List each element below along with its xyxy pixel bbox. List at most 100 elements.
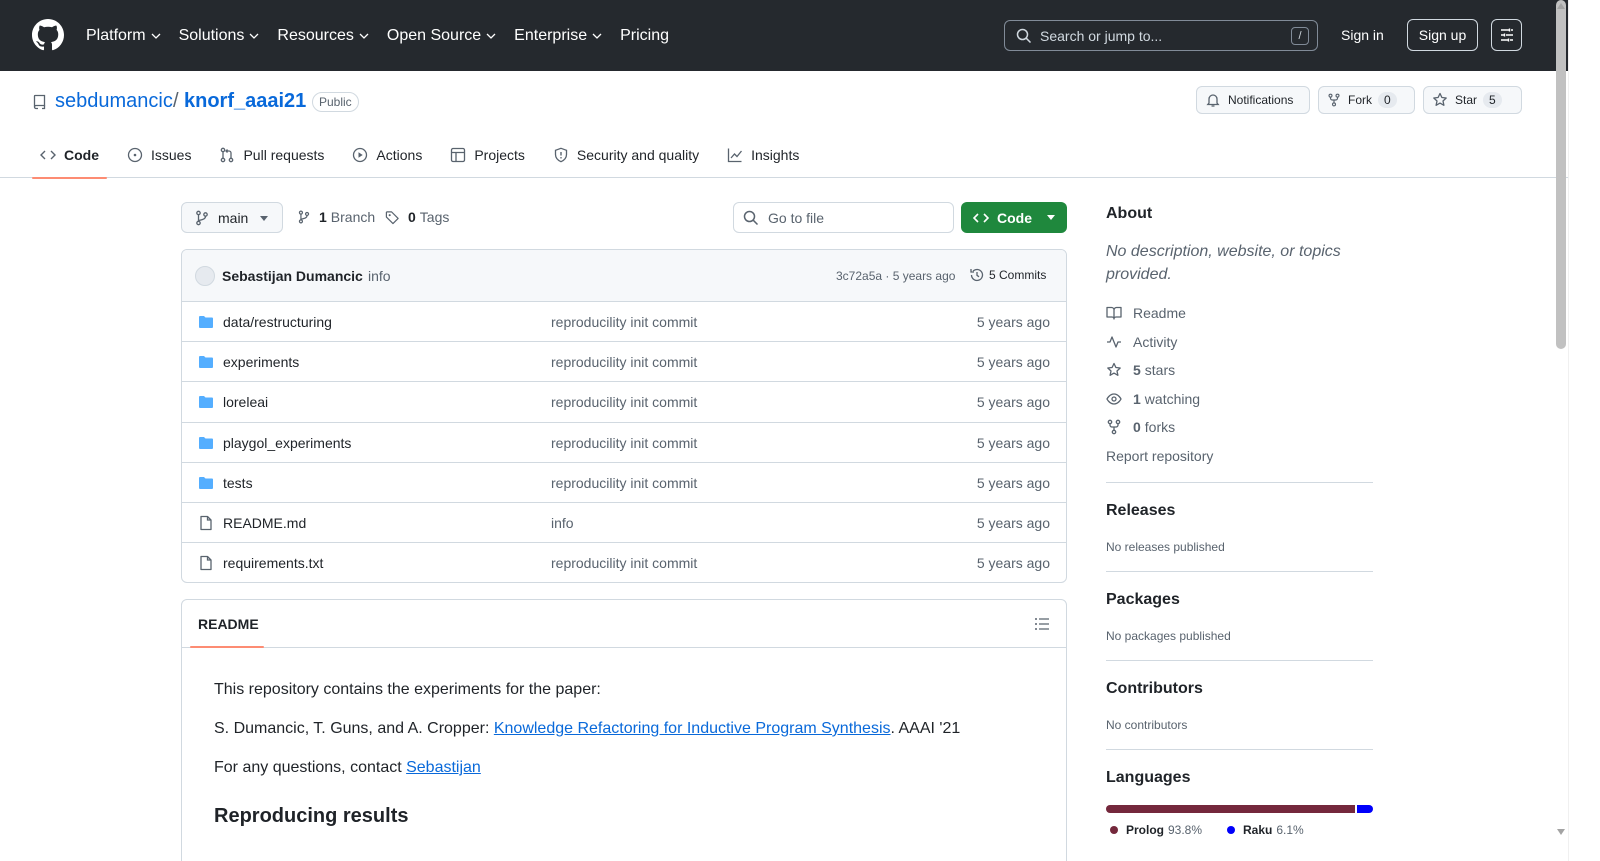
repo-owner-link[interactable]: sebdumancic — [55, 90, 173, 113]
readme-paragraph: S. Dumancic, T. Guns, and A. Cropper: Kn… — [214, 720, 960, 738]
packages-heading[interactable]: Packages — [1106, 591, 1180, 609]
readme-tab[interactable]: README — [198, 616, 259, 632]
forks-link[interactable]: 0 forks — [1106, 419, 1175, 435]
notifications-button[interactable]: Notifications — [1196, 86, 1310, 114]
page-scrollbar[interactable] — [1568, 0, 1600, 861]
tab-code[interactable]: Code — [32, 131, 107, 179]
tab-label: Actions — [376, 146, 423, 163]
nav-label: Enterprise — [514, 26, 588, 44]
language-prolog[interactable]: Prolog 93.8% — [1110, 823, 1202, 837]
nav-solutions[interactable]: Solutions — [179, 27, 260, 45]
branches-link[interactable]: 1 Branch — [297, 209, 375, 225]
file-commit-message[interactable]: reproducility init commit — [551, 314, 697, 330]
sidebar-divider — [1106, 571, 1373, 572]
commit-author[interactable]: Sebastijan Dumancic — [222, 268, 363, 284]
history-icon — [970, 268, 984, 282]
contributors-heading[interactable]: Contributors — [1106, 680, 1203, 698]
file-row[interactable]: experiments reproducility init commit 5 ye… — [182, 342, 1066, 383]
file-icon — [200, 555, 212, 571]
nav-platform[interactable]: Platform — [86, 27, 161, 45]
releases-heading[interactable]: Releases — [1106, 502, 1175, 520]
watchers-link[interactable]: 1 watching — [1106, 391, 1200, 407]
file-row[interactable]: playgol_experiments reproducility init co… — [182, 423, 1066, 463]
file-commit-message[interactable]: info — [551, 515, 574, 531]
github-logo-icon[interactable] — [32, 19, 64, 51]
nav-pricing[interactable]: Pricing — [620, 27, 669, 45]
file-commit-message[interactable]: reproducility init commit — [551, 555, 697, 571]
nav-enterprise[interactable]: Enterprise — [514, 27, 602, 45]
file-commit-message[interactable]: reproducility init commit — [551, 435, 697, 451]
activity-link[interactable]: Activity — [1106, 334, 1177, 350]
sign-in-link[interactable]: Sign in — [1341, 27, 1384, 43]
tab-insights[interactable]: Insights — [719, 131, 807, 178]
tab-actions[interactable]: Actions — [344, 131, 430, 178]
report-repository-link[interactable]: Report repository — [1106, 448, 1213, 464]
scroll-down-arrow-icon[interactable] — [1557, 829, 1565, 835]
tab-projects[interactable]: Projects — [442, 131, 533, 178]
go-to-file-input[interactable]: Go to file — [733, 202, 954, 233]
file-name[interactable]: README.md — [223, 515, 306, 531]
tags-link[interactable]: 0 Tags — [385, 209, 449, 225]
language-color-dot — [1110, 826, 1118, 834]
search-placeholder: Search or jump to... — [1040, 27, 1163, 44]
commit-message[interactable]: info — [368, 268, 391, 284]
file-commit-message[interactable]: reproducility init commit — [551, 354, 697, 370]
commits-link[interactable]: 5 Commits — [969, 267, 1046, 283]
contact-link[interactable]: Sebastijan — [406, 759, 481, 776]
readme-link[interactable]: Readme — [1106, 305, 1186, 321]
file-name[interactable]: requirements.txt — [223, 555, 323, 571]
language-raku[interactable]: Raku 6.1% — [1227, 823, 1304, 837]
file-row[interactable]: loreleai reproducility init commit 5 years… — [182, 382, 1066, 423]
eye-icon — [1106, 393, 1122, 405]
paper-link[interactable]: Knowledge Refactoring for Inductive Prog… — [494, 720, 891, 737]
file-commit-message[interactable]: reproducility init commit — [551, 475, 697, 491]
scrollbar-thumb[interactable] — [1556, 0, 1566, 349]
file-row[interactable]: tests reproducility init commit 5 years ag… — [182, 463, 1066, 503]
watching-label: watching — [1144, 391, 1201, 407]
list-icon[interactable] — [1034, 616, 1050, 632]
file-name[interactable]: experiments — [223, 354, 299, 370]
tab-security[interactable]: Security and quality — [545, 131, 707, 178]
table-icon — [451, 147, 466, 162]
nav-open-source[interactable]: Open Source — [387, 27, 496, 45]
book-icon — [1106, 306, 1122, 320]
branch-selector[interactable]: main — [181, 202, 283, 233]
global-menu-button[interactable] — [1491, 19, 1522, 51]
file-row[interactable]: requirements.txt reproducility init commi… — [182, 543, 1066, 582]
repo-name-link[interactable]: knorf_aaai21 — [184, 90, 306, 113]
scroll-up-arrow-icon[interactable] — [1557, 3, 1565, 9]
global-search-input[interactable]: Search or jump to... / — [1004, 20, 1318, 51]
file-list: data/restructuring reproducility init com… — [182, 302, 1066, 582]
commit-hash-time[interactable]: 3c72a5a · 5 years ago — [836, 269, 955, 283]
language-name: Prolog — [1126, 823, 1164, 837]
file-row[interactable]: README.md info 5 years ago — [182, 503, 1066, 544]
avatar[interactable] — [195, 266, 215, 286]
forks-label: forks — [1144, 419, 1176, 435]
nav-resources[interactable]: Resources — [277, 26, 369, 45]
visibility-badge: Public — [312, 92, 359, 112]
file-name[interactable]: playgol_experiments — [223, 435, 351, 451]
star-button[interactable]: Star 5 — [1423, 86, 1522, 114]
about-heading: About — [1106, 205, 1153, 222]
tab-pull-requests[interactable]: Pull requests — [211, 131, 332, 178]
file-commit-message[interactable]: reproducility init commit — [551, 394, 697, 410]
pulse-icon — [1107, 336, 1121, 348]
language-color-dot — [1227, 826, 1235, 834]
code-icon — [40, 150, 56, 159]
code-dropdown-button[interactable]: Code — [961, 202, 1067, 233]
fork-button[interactable]: Fork 0 — [1318, 86, 1415, 114]
pull-request-icon — [221, 147, 234, 162]
file-name[interactable]: loreleai — [223, 394, 268, 410]
file-row[interactable]: data/restructuring reproducility init com… — [182, 302, 1066, 343]
chevron-down-icon — [592, 33, 602, 39]
file-name[interactable]: data/restructuring — [223, 314, 332, 330]
repo-icon — [33, 94, 46, 110]
nav-label: Resources — [277, 26, 354, 44]
file-name[interactable]: tests — [223, 475, 253, 491]
shield-icon — [554, 147, 568, 162]
chevron-down-icon — [151, 33, 161, 39]
sign-up-button[interactable]: Sign up — [1407, 19, 1478, 51]
stars-link[interactable]: 5 stars — [1106, 362, 1175, 378]
tab-issues[interactable]: Issues — [119, 131, 199, 178]
activity-label: Activity — [1133, 334, 1178, 350]
